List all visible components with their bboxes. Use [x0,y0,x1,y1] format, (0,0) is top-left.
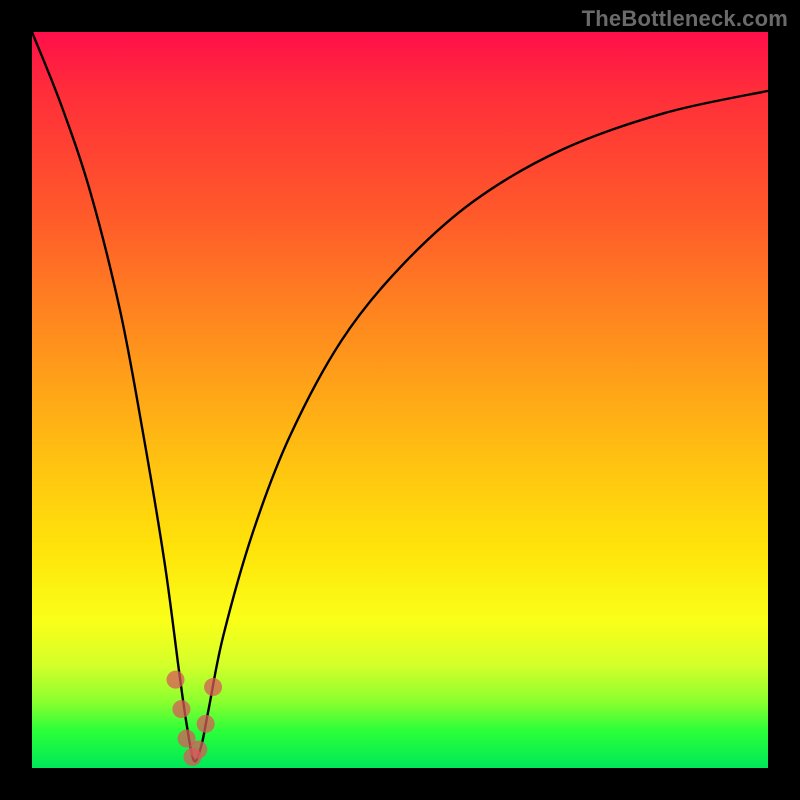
highlight-marker [197,715,215,733]
chart-frame: TheBottleneck.com [0,0,800,800]
bottleneck-curve-path [32,32,768,761]
watermark-text: TheBottleneck.com [582,6,788,32]
highlight-marker [172,700,190,718]
highlight-marker [167,671,185,689]
highlight-marker [189,741,207,759]
highlight-marker [204,678,222,696]
bottleneck-curve-svg [32,32,768,768]
plot-area [32,32,768,768]
marker-group [167,671,223,766]
